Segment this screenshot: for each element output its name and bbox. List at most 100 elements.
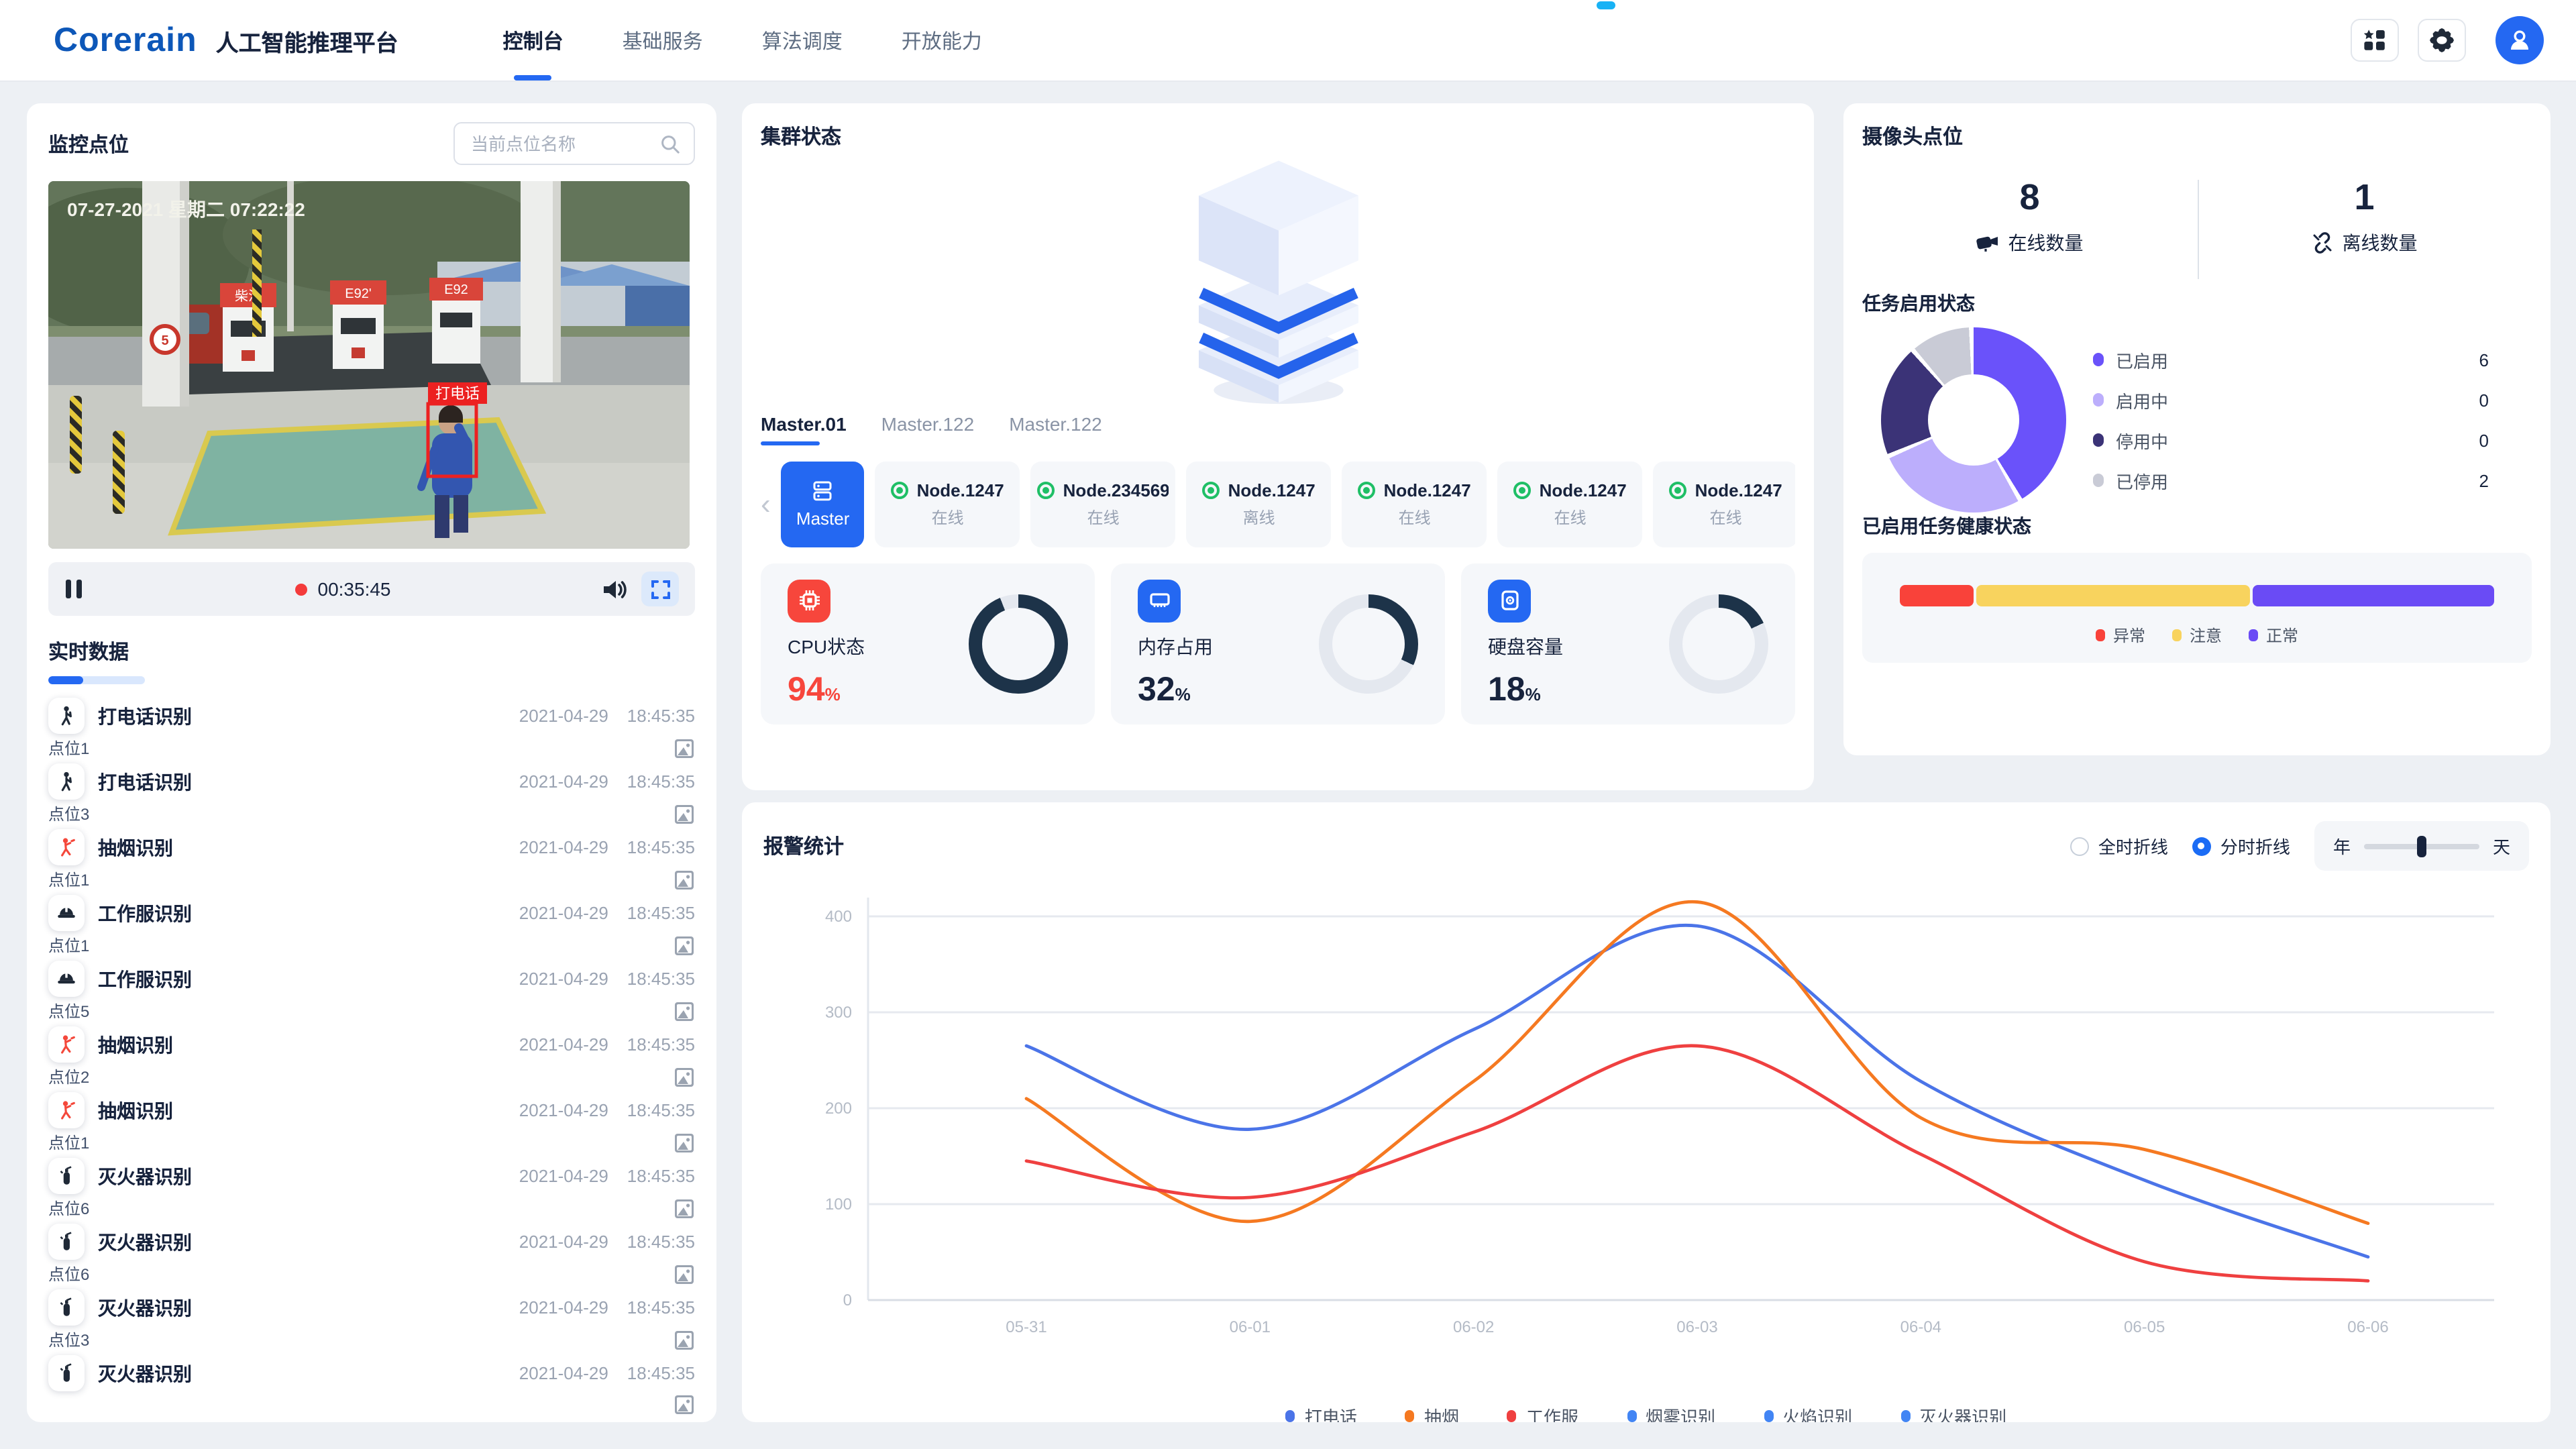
apps-button[interactable]: [2351, 19, 2399, 62]
memory-ring: [1319, 594, 1418, 694]
event-time: 18:45:35: [627, 1100, 695, 1120]
video-player[interactable]: 柴油 E92' E92 5 打电话 07-27-2021 星期二 07:22:2…: [48, 181, 690, 549]
time-range-slider[interactable]: [2363, 835, 2479, 857]
event-title: 抽烟识别: [98, 837, 173, 858]
realtime-list-item[interactable]: 工作服识别 2021-04-29 18:45:35 点位5: [48, 961, 695, 1025]
event-title: 打电话识别: [98, 771, 192, 792]
server-icon: [814, 481, 833, 501]
snapshot-thumbnail-icon[interactable]: [674, 1394, 695, 1415]
task-status-title: 任务启用状态: [1862, 292, 1975, 314]
chart-legend-item[interactable]: 烟雾识别: [1627, 1403, 1715, 1422]
realtime-list-item[interactable]: 打电话识别 2021-04-29 18:45:35 点位3: [48, 763, 695, 828]
tab-master-122b[interactable]: Master.122: [1009, 413, 1102, 445]
health-segment: [1900, 585, 1974, 606]
node-status-icon: [1037, 482, 1055, 499]
svg-text:06-03: 06-03: [1676, 1318, 1717, 1336]
point-label: 点位6: [48, 1199, 90, 1218]
node-chip[interactable]: Node.23456978 在线: [1030, 462, 1176, 547]
event-time: 18:45:35: [627, 1166, 695, 1186]
user-avatar[interactable]: [2496, 16, 2544, 64]
disk-ring: [1669, 594, 1768, 694]
volume-button[interactable]: [602, 578, 628, 600]
event-title: 灭火器识别: [98, 1297, 192, 1318]
realtime-list-item[interactable]: 灭火器识别 2021-04-29 18:45:35 点位6: [48, 1158, 695, 1222]
master-chip[interactable]: Master: [781, 462, 865, 547]
node-chip[interactable]: Node.1247 离线: [1186, 462, 1332, 547]
snapshot-thumbnail-icon[interactable]: [674, 869, 695, 890]
search-icon[interactable]: [660, 133, 680, 154]
smoking-icon: [48, 1026, 85, 1063]
settings-button[interactable]: [2418, 19, 2466, 62]
menu-item-open-capability[interactable]: 开放能力: [902, 0, 982, 80]
resource-gauges: CPU状态 94% 内存占用 32% 硬盘容量 18%: [761, 564, 1795, 724]
event-title: 灭火器识别: [98, 1165, 192, 1187]
pause-button[interactable]: [64, 578, 83, 600]
health-bar: [1900, 585, 2494, 606]
realtime-list-item[interactable]: 抽烟识别 2021-04-29 18:45:35 点位2: [48, 1026, 695, 1091]
series-打电话: [1024, 923, 2370, 1259]
event-date: 2021-04-29: [519, 1297, 608, 1318]
menu-item-basic-services[interactable]: 基础服务: [623, 0, 703, 80]
gauge-label: CPU状态: [788, 635, 865, 657]
mode-fulltime-radio[interactable]: 全时折线: [2070, 833, 2168, 859]
phone-person-icon: [48, 698, 85, 734]
legend-label: 抽烟: [1424, 1407, 1459, 1422]
fullscreen-button[interactable]: [641, 572, 679, 606]
mode-hourly-radio[interactable]: 分时折线: [2192, 833, 2290, 859]
svg-text:05-31: 05-31: [1006, 1318, 1046, 1336]
legend-dot-icon: [2093, 474, 2104, 487]
alarm-title: 报警统计: [763, 836, 845, 859]
health-legend: 异常 注意 正常: [1884, 624, 2510, 647]
legend-dot-icon: [1507, 1410, 1517, 1422]
realtime-list-item[interactable]: 灭火器识别 2021-04-29 18:45:35: [48, 1355, 695, 1419]
event-time: 18:45:35: [627, 1232, 695, 1252]
snapshot-thumbnail-icon[interactable]: [674, 1066, 695, 1087]
node-chip[interactable]: Node.1247 在线: [1497, 462, 1643, 547]
chart-legend-item[interactable]: 抽烟: [1405, 1403, 1459, 1422]
realtime-list-item[interactable]: 灭火器识别 2021-04-29 18:45:35 点位6: [48, 1224, 695, 1288]
menu-item-console[interactable]: 控制台: [503, 0, 564, 80]
point-label: 点位6: [48, 1265, 90, 1284]
chart-legend-item[interactable]: 火焰识别: [1764, 1403, 1852, 1422]
search-input[interactable]: [468, 132, 652, 155]
legend-dot-icon: [2171, 629, 2182, 641]
snapshot-thumbnail-icon[interactable]: [674, 1263, 695, 1285]
legend-dot-icon: [1900, 1410, 1911, 1422]
snapshot-thumbnail-icon[interactable]: [674, 737, 695, 759]
cpu-icon: [788, 579, 830, 622]
node-status-icon: [1202, 482, 1220, 499]
video-controls: 00:35:45: [48, 562, 695, 616]
event-date: 2021-04-29: [519, 1034, 608, 1055]
carousel-prev-icon[interactable]: ‹: [761, 489, 771, 519]
chart-legend-item[interactable]: 灭火器识别: [1900, 1403, 2006, 1422]
snapshot-thumbnail-icon[interactable]: [674, 934, 695, 956]
tab-master-122a[interactable]: Master.122: [881, 413, 975, 445]
node-chip[interactable]: Node.1247 在线: [875, 462, 1020, 547]
realtime-list-item[interactable]: 抽烟识别 2021-04-29 18:45:35 点位1: [48, 829, 695, 894]
snapshot-thumbnail-icon[interactable]: [674, 803, 695, 824]
snapshot-thumbnail-icon[interactable]: [674, 1197, 695, 1219]
menu-item-algorithm-scheduling[interactable]: 算法调度: [762, 0, 843, 80]
chart-legend-item[interactable]: 打电话: [1285, 1403, 1357, 1422]
pump-label: E92': [345, 286, 371, 301]
snapshot-thumbnail-icon[interactable]: [674, 1000, 695, 1022]
realtime-list-item[interactable]: 工作服识别 2021-04-29 18:45:35 点位1: [48, 895, 695, 959]
snapshot-thumbnail-icon[interactable]: [674, 1329, 695, 1350]
realtime-list-item[interactable]: 抽烟识别 2021-04-29 18:45:35 点位1: [48, 1092, 695, 1157]
node-chip[interactable]: Node.1247 在线: [1653, 462, 1795, 547]
tab-master-01[interactable]: Master.01: [761, 413, 847, 445]
node-status-icon: [1513, 482, 1532, 499]
chart-legend-item[interactable]: 工作服: [1507, 1403, 1578, 1422]
radio-checked-icon[interactable]: [2192, 837, 2211, 855]
phone-person-icon: [48, 763, 85, 800]
slider-thumb[interactable]: [2416, 835, 2426, 857]
realtime-list-item[interactable]: 灭火器识别 2021-04-29 18:45:35 点位3: [48, 1289, 695, 1354]
task-legend-row: 停用中 0: [2093, 427, 2524, 453]
node-chip[interactable]: Node.1247 在线: [1342, 462, 1487, 547]
legend-dot-icon: [2095, 629, 2105, 641]
snapshot-thumbnail-icon[interactable]: [674, 1132, 695, 1153]
realtime-list-item[interactable]: 打电话识别 2021-04-29 18:45:35 点位1: [48, 698, 695, 762]
point-label: 点位3: [48, 805, 90, 824]
radio-unchecked-icon[interactable]: [2070, 837, 2089, 855]
pump-label: E92: [444, 282, 468, 297]
